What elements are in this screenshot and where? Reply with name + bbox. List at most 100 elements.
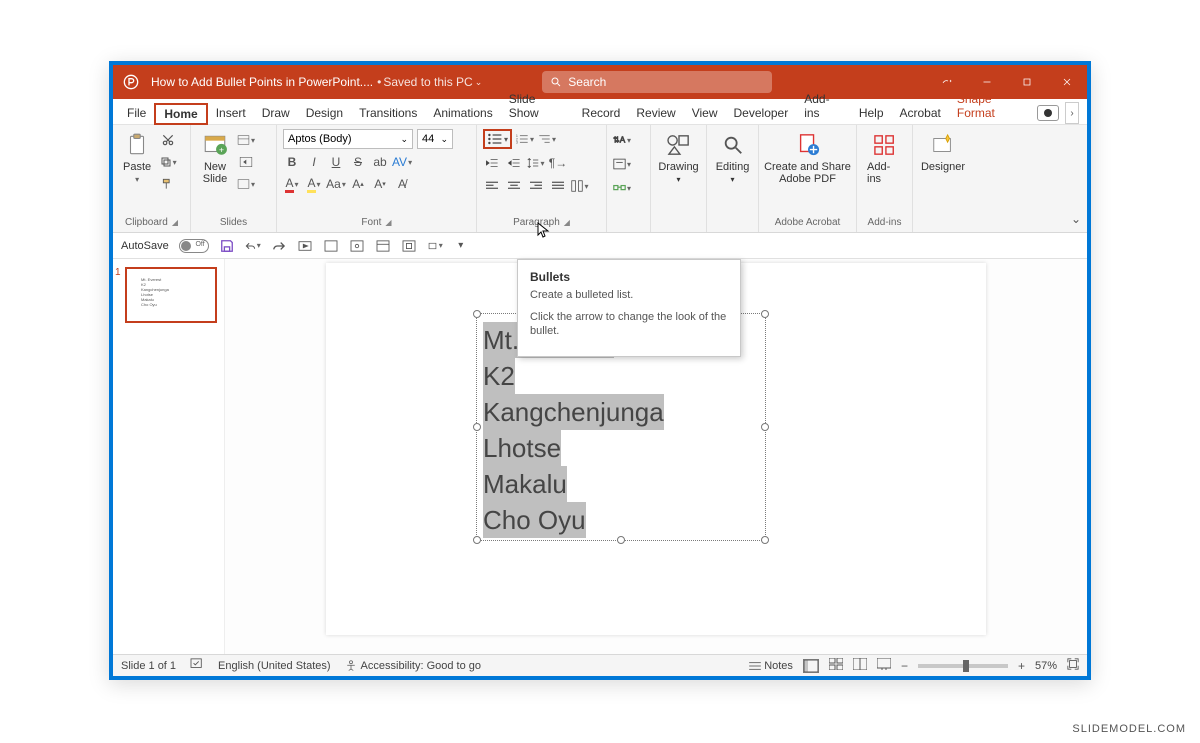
tab-help[interactable]: Help	[851, 102, 892, 124]
camera-button[interactable]	[1037, 105, 1059, 121]
zoom-slider[interactable]	[918, 664, 1008, 668]
underline-button[interactable]: U	[327, 153, 345, 171]
designer-button[interactable]: Designer	[919, 129, 967, 175]
reset-icon[interactable]	[237, 153, 255, 171]
cut-icon[interactable]	[159, 131, 177, 149]
resize-handle[interactable]	[761, 536, 769, 544]
line-spacing-button[interactable]	[527, 154, 545, 172]
font-size-select[interactable]: 44⌄	[417, 129, 453, 149]
justify-button[interactable]	[549, 177, 567, 195]
italic-button[interactable]: I	[305, 153, 323, 171]
tab-acrobat[interactable]: Acrobat	[892, 102, 949, 124]
align-left-button[interactable]	[483, 177, 501, 195]
redo-icon[interactable]	[271, 238, 287, 254]
drawing-button[interactable]: Drawing▾	[657, 129, 700, 186]
addins-button[interactable]: Add-ins	[863, 129, 906, 187]
decrease-indent-button[interactable]	[483, 154, 501, 172]
tab-transitions[interactable]: Transitions	[351, 102, 425, 124]
tab-slideshow[interactable]: Slide Show	[501, 88, 574, 124]
zoom-in-button[interactable]: +	[1018, 659, 1025, 673]
ribbon-options-button[interactable]: ⌄	[1071, 212, 1081, 226]
slide-thumbnail-pane[interactable]: 1 Mt. EverestK2KangchenjungaLhotseMakalu…	[113, 259, 225, 654]
resize-handle[interactable]	[761, 310, 769, 318]
copy-icon[interactable]	[159, 153, 177, 171]
align-text-button[interactable]	[613, 155, 631, 173]
paste-button[interactable]: Paste ▾	[119, 129, 155, 193]
new-slide-button[interactable]: + New Slide	[197, 129, 233, 193]
slide-sorter-view-icon[interactable]	[829, 658, 843, 673]
change-case-button[interactable]: Aa	[327, 175, 345, 193]
ltr-button[interactable]: ¶→	[549, 154, 567, 172]
tab-review[interactable]: Review	[628, 102, 683, 124]
bold-button[interactable]: B	[283, 153, 301, 171]
tab-draw[interactable]: Draw	[254, 102, 298, 124]
resize-handle[interactable]	[617, 536, 625, 544]
language-indicator[interactable]: English (United States)	[218, 660, 331, 672]
columns-button[interactable]	[571, 177, 589, 195]
character-spacing-button[interactable]: AV	[393, 153, 411, 171]
slide-thumbnail-1[interactable]: 1 Mt. EverestK2KangchenjungaLhotseMakalu…	[125, 267, 217, 323]
normal-view-icon[interactable]	[803, 659, 819, 673]
text-shadow-button[interactable]: ab	[371, 153, 389, 171]
notes-button[interactable]: Notes	[749, 660, 793, 672]
list-level-button[interactable]	[538, 130, 556, 148]
save-status[interactable]: • Saved to this PC ⌄	[377, 75, 482, 89]
from-beginning-icon[interactable]	[297, 238, 313, 254]
slideshow-view-icon[interactable]	[877, 658, 891, 673]
tab-insert[interactable]: Insert	[208, 102, 254, 124]
qat-icon-4[interactable]	[401, 238, 417, 254]
close-button[interactable]	[1047, 65, 1087, 99]
tab-home[interactable]: Home	[154, 103, 207, 125]
fit-to-window-icon[interactable]	[1067, 658, 1079, 673]
zoom-level[interactable]: 57%	[1035, 660, 1057, 672]
align-right-button[interactable]	[527, 177, 545, 195]
zoom-out-button[interactable]: −	[901, 659, 908, 673]
strikethrough-button[interactable]: S	[349, 153, 367, 171]
undo-icon[interactable]	[245, 238, 261, 254]
smartart-button[interactable]	[613, 179, 631, 197]
clear-formatting-button[interactable]: A̸	[393, 175, 411, 193]
tab-record[interactable]: Record	[574, 102, 629, 124]
align-center-button[interactable]	[505, 177, 523, 195]
font-color-button[interactable]: A	[283, 175, 301, 193]
qat-customize-icon[interactable]: ▾	[453, 238, 469, 254]
tab-view[interactable]: View	[684, 102, 726, 124]
font-name-select[interactable]: Aptos (Body)⌄	[283, 129, 413, 149]
tab-file[interactable]: File	[119, 102, 154, 124]
highlight-button[interactable]: A	[305, 175, 323, 193]
save-icon[interactable]	[219, 238, 235, 254]
resize-handle[interactable]	[473, 536, 481, 544]
resize-handle[interactable]	[761, 423, 769, 431]
search-input[interactable]: Search	[542, 71, 772, 93]
ribbon-collapse-button[interactable]: ›	[1065, 102, 1079, 124]
grow-font-button[interactable]: A▴	[349, 175, 367, 193]
create-share-pdf-button[interactable]: Create and Share Adobe PDF	[765, 129, 850, 187]
increase-indent-button[interactable]	[505, 154, 523, 172]
paragraph-launcher-icon[interactable]: ◢	[564, 218, 570, 227]
tab-shape-format[interactable]: Shape Format	[949, 88, 1037, 124]
resize-handle[interactable]	[473, 423, 481, 431]
text-direction-button[interactable]: ⇅A	[613, 131, 631, 149]
tab-animations[interactable]: Animations	[425, 102, 500, 124]
reading-view-icon[interactable]	[853, 658, 867, 673]
tab-design[interactable]: Design	[298, 102, 351, 124]
slide-indicator[interactable]: Slide 1 of 1	[121, 660, 176, 672]
format-painter-icon[interactable]	[159, 175, 177, 193]
spellcheck-icon[interactable]	[190, 658, 204, 673]
editing-button[interactable]: Editing▾	[713, 129, 752, 186]
section-icon[interactable]	[237, 175, 255, 193]
qat-icon-3[interactable]	[375, 238, 391, 254]
shrink-font-button[interactable]: A▾	[371, 175, 389, 193]
qat-icon-5[interactable]	[427, 238, 443, 254]
qat-icon-1[interactable]	[323, 238, 339, 254]
accessibility-indicator[interactable]: Accessibility: Good to go	[345, 660, 481, 672]
font-launcher-icon[interactable]: ◢	[385, 218, 391, 227]
tab-developer[interactable]: Developer	[726, 102, 797, 124]
numbering-button[interactable]: 123	[516, 130, 534, 148]
autosave-toggle[interactable]	[179, 239, 209, 253]
qat-icon-2[interactable]	[349, 238, 365, 254]
clipboard-launcher-icon[interactable]: ◢	[172, 218, 178, 227]
resize-handle[interactable]	[473, 310, 481, 318]
bullets-button[interactable]: ▾	[483, 129, 512, 149]
tab-addins[interactable]: Add-ins	[796, 88, 851, 124]
